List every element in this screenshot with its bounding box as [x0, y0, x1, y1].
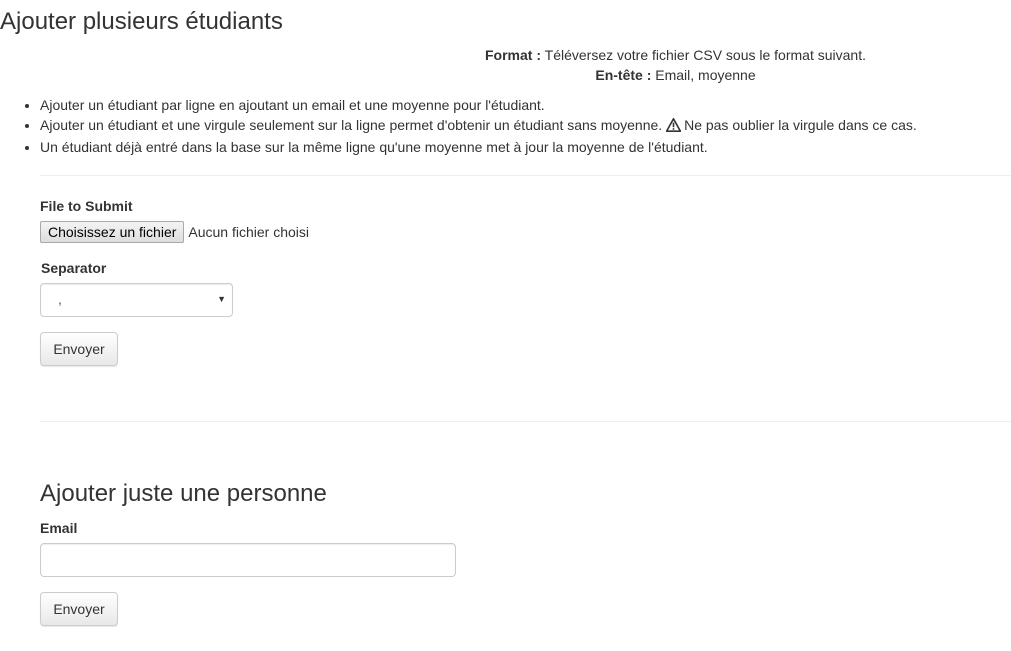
list-item: Un étudiant déjà entré dans la base sur …	[40, 137, 917, 157]
rule-text: Un étudiant déjà entré dans la base sur …	[40, 139, 708, 155]
divider	[40, 421, 1011, 422]
format-label: Format :	[485, 47, 541, 63]
file-input[interactable]: Choisissez un fichier Aucun fichier choi…	[40, 221, 309, 243]
format-text: Téléversez votre fichier CSV sous le for…	[544, 47, 866, 63]
rule-text: Ajouter un étudiant et une virgule seule…	[40, 117, 663, 133]
format-instructions: Format : Téléversez votre fichier CSV so…	[0, 45, 1011, 85]
email-field[interactable]	[40, 543, 456, 577]
choose-file-button[interactable]: Choisissez un fichier	[40, 221, 185, 243]
upload-submit-button[interactable]: Envoyer	[40, 332, 118, 366]
rules-list: Ajouter un étudiant par ligne en ajoutan…	[0, 95, 917, 157]
separator-label: Separator	[41, 260, 107, 276]
chevron-down-icon: ▼	[217, 294, 226, 304]
divider	[40, 175, 1011, 176]
header-label: En-tête :	[595, 67, 652, 83]
list-item: Ajouter un étudiant par ligne en ajoutan…	[40, 95, 917, 115]
warning-triangle-icon	[665, 117, 682, 137]
page-title: Ajouter plusieurs étudiants	[0, 8, 283, 35]
email-label: Email	[40, 520, 78, 536]
format-line: Format : Téléversez votre fichier CSV so…	[0, 45, 1011, 65]
file-status: Aucun fichier choisi	[188, 224, 310, 240]
list-item: Ajouter un étudiant et une virgule seule…	[40, 115, 917, 137]
warning-text: Ne pas oublier la virgule dans ce cas.	[684, 117, 917, 133]
separator-select[interactable]: , ▼	[40, 283, 233, 317]
header-text: Email, moyenne	[655, 67, 756, 83]
separator-value: ,	[58, 291, 62, 307]
single-submit-button[interactable]: Envoyer	[40, 592, 118, 626]
header-line: En-tête : Email, moyenne	[0, 65, 1011, 85]
section-title: Ajouter juste une personne	[40, 480, 327, 507]
rule-text: Ajouter un étudiant par ligne en ajoutan…	[40, 97, 545, 113]
file-label: File to Submit	[40, 198, 133, 214]
